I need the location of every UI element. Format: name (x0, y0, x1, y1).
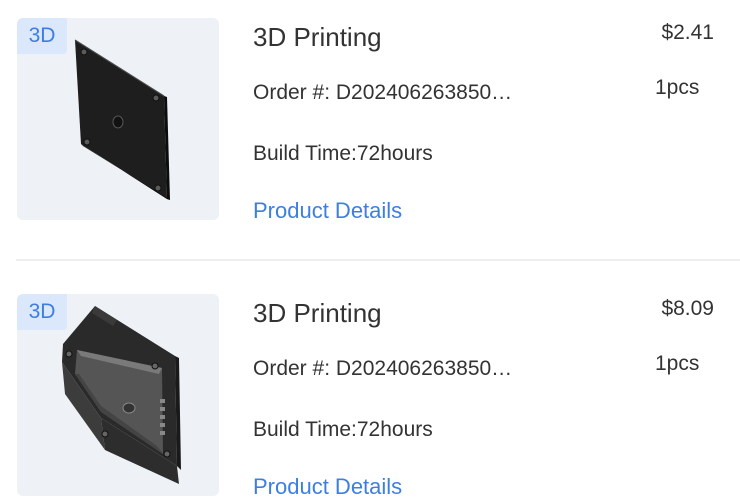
price: $8.09 (661, 297, 714, 320)
quantity: 1pcs (655, 352, 700, 375)
build-time: Build Time:72hours (253, 418, 433, 441)
order-item: 3D 3D Printing Order #: D202406263850… B… (0, 276, 740, 500)
product-title: 3D Printing (253, 22, 382, 52)
order-item: 3D 3D Printing Order #: D202406263850… B… (0, 0, 740, 224)
3d-badge: 3D (17, 18, 67, 54)
order-item-list: 3D 3D Printing Order #: D202406263850… B… (0, 0, 740, 502)
order-number: Order #: D202406263850… (253, 357, 513, 380)
divider (16, 259, 740, 261)
product-details-link[interactable]: Product Details (253, 198, 402, 224)
product-details-link[interactable]: Product Details (253, 474, 402, 500)
product-title: 3D Printing (253, 298, 382, 328)
product-thumbnail[interactable]: 3D (17, 18, 219, 220)
product-thumbnail[interactable]: 3D (17, 294, 219, 496)
price: $2.41 (661, 21, 714, 44)
quantity: 1pcs (655, 76, 700, 99)
build-time: Build Time:72hours (253, 142, 433, 165)
order-number: Order #: D202406263850… (253, 81, 513, 104)
3d-badge: 3D (17, 294, 67, 330)
